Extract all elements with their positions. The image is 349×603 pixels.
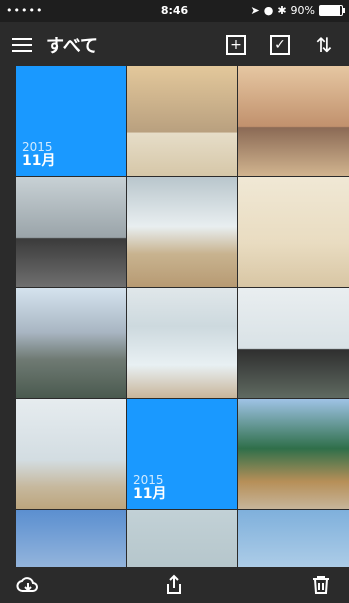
photo-tile[interactable] (16, 510, 126, 567)
nav-left: すべて (12, 32, 98, 58)
share-icon[interactable] (162, 573, 186, 597)
photo-tile[interactable] (16, 288, 126, 398)
photo-tile[interactable] (127, 288, 237, 398)
add-photo-button[interactable]: + (223, 32, 249, 58)
photo-grid: 2015 11月 2015 11月 (16, 66, 349, 567)
photo-tile[interactable] (16, 177, 126, 287)
month-card-month: 11月 (22, 153, 56, 169)
trash-icon[interactable] (309, 573, 333, 597)
photo-tile[interactable] (238, 177, 349, 287)
bottom-toolbar (0, 567, 349, 603)
battery-icon (319, 5, 345, 16)
photo-tile[interactable] (127, 510, 237, 567)
battery-percent: 90% (290, 4, 315, 17)
photo-tile[interactable] (238, 510, 349, 567)
menu-icon[interactable] (12, 37, 32, 53)
photo-tile[interactable] (127, 177, 237, 287)
select-button[interactable]: ✓ (267, 32, 293, 58)
navbar: すべて + ✓ ⇅ (0, 22, 349, 66)
photo-tile[interactable] (127, 66, 237, 176)
photo-tile[interactable] (16, 399, 126, 509)
nav-right: + ✓ ⇅ (223, 32, 337, 58)
page-title: すべて (46, 36, 99, 57)
select-check-icon: ✓ (270, 35, 290, 55)
status-bar: ••••• 8:46 ➤ ● ✱ 90% (0, 0, 349, 22)
add-photo-icon: + (226, 35, 246, 55)
cloud-download-icon[interactable] (16, 573, 40, 597)
photo-tile[interactable] (238, 399, 349, 509)
month-card[interactable]: 2015 11月 (16, 66, 126, 176)
sort-icon[interactable]: ⇅ (311, 32, 337, 58)
photo-tile[interactable] (238, 288, 349, 398)
month-card[interactable]: 2015 11月 (127, 399, 237, 509)
status-right: ➤ ● ✱ 90% (250, 4, 345, 17)
month-card-month: 11月 (133, 486, 167, 502)
alarm-icon: ● (263, 4, 274, 17)
location-icon: ➤ (250, 4, 260, 17)
photo-tile[interactable] (238, 66, 349, 176)
bluetooth-icon: ✱ (277, 4, 287, 17)
